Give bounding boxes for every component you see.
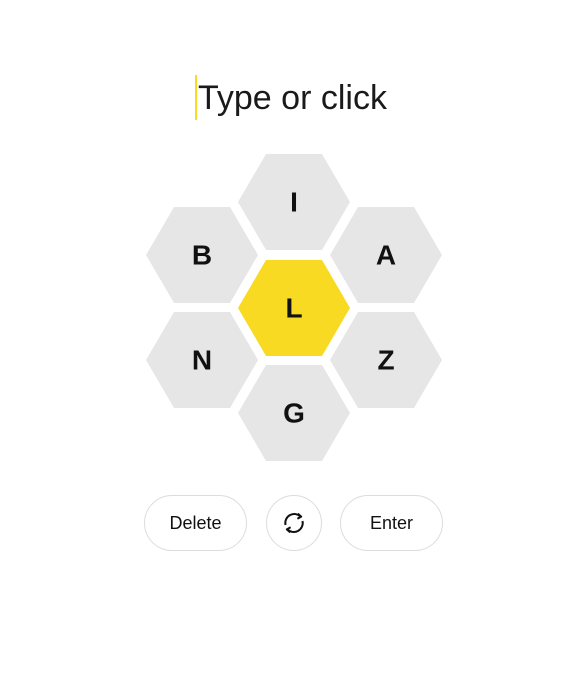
- spelling-bee-game: Type or click I A Z G N B L Delete Enter: [0, 0, 579, 694]
- hive-cell-top-right[interactable]: A: [330, 207, 442, 303]
- delete-button-label: Delete: [169, 512, 222, 533]
- hive-cell-top-left-hexagon[interactable]: [146, 207, 258, 303]
- hive-cell-top[interactable]: I: [238, 154, 350, 250]
- delete-button[interactable]: Delete: [144, 495, 247, 551]
- hive-cell-center-hexagon[interactable]: [238, 260, 350, 356]
- hive-cell-bottom-right-hexagon[interactable]: [330, 312, 442, 408]
- hive-cell-bottom-hexagon[interactable]: [238, 365, 350, 461]
- hive-cell-top-left[interactable]: B: [146, 207, 258, 303]
- hive-cell-bottom-left[interactable]: N: [146, 312, 258, 408]
- hive-cell-center[interactable]: L: [238, 260, 350, 356]
- enter-button[interactable]: Enter: [340, 495, 443, 551]
- hive-cell-top-hexagon[interactable]: [238, 154, 350, 250]
- shuffle-icon: [284, 512, 304, 534]
- enter-button-label: Enter: [369, 512, 414, 533]
- hive: I A Z G N B L: [146, 154, 442, 461]
- shuffle-button[interactable]: [266, 495, 322, 551]
- hive-cell-top-right-hexagon[interactable]: [330, 207, 442, 303]
- hive-cell-bottom-left-hexagon[interactable]: [146, 312, 258, 408]
- hive-cell-bottom-right[interactable]: Z: [330, 312, 442, 408]
- hive-cell-bottom[interactable]: G: [238, 365, 350, 461]
